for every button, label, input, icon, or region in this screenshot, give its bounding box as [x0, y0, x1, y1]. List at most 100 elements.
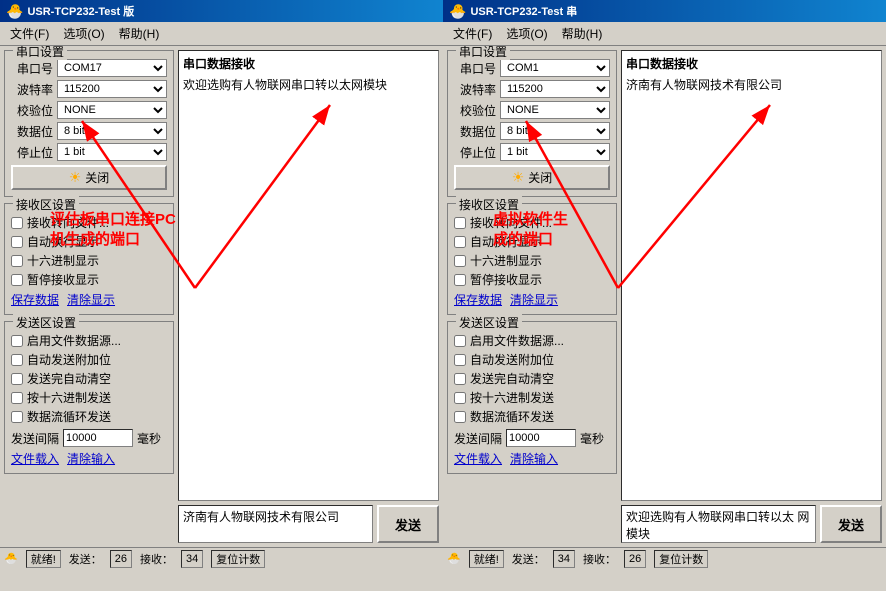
recv-checkbox-1[interactable]	[11, 236, 23, 248]
serial-select-0[interactable]: COM17COM1COM2COM3	[57, 59, 167, 77]
serial-field-row-4: 停止位1 bit2 bit	[454, 143, 610, 161]
serial-select-1[interactable]: 115200960038400	[57, 80, 167, 98]
window-1: 🐣 USR-TCP232-Test 版文件(F)选项(O)帮助(H) 串口设置串口…	[0, 0, 443, 569]
recv-checkbox-row-1: 自动换行显示	[454, 233, 610, 250]
recv-link-1[interactable]: 清除显示	[67, 291, 115, 308]
send-checkbox-3[interactable]	[11, 392, 23, 404]
send-checkbox-row-4: 数据流循环发送	[454, 408, 610, 425]
serial-field-row-1: 波特率115200960038400	[454, 80, 610, 98]
left-panel: 串口设置串口号COM17COM1COM2COM3波特率1152009600384…	[4, 50, 174, 543]
send-checkbox-1[interactable]	[11, 354, 23, 366]
close-button[interactable]: ☀ 关闭	[454, 165, 610, 190]
right-panel: 串口数据接收 济南有人物联网技术有限公司欢迎选购有人物联网串口转以太 网模块发送	[621, 50, 882, 543]
status-bar: 🐣 就绪! 发送： 26 接收： 34 复位计数	[0, 547, 443, 569]
recv-count-label: 接收：	[140, 551, 173, 567]
recv-settings-group: 接收区设置 接收转向文件... 自动换行显示 十六进制显示 暂停接收显示保存数据…	[447, 203, 617, 315]
serial-field-row-0: 串口号COM17COM1COM2COM3	[11, 59, 167, 77]
recv-checkbox-row-2: 十六进制显示	[454, 252, 610, 269]
send-checkbox-4[interactable]	[454, 411, 466, 423]
serial-field-row-3: 数据位8 bit7 bit	[454, 122, 610, 140]
send-checkbox-label-1: 自动发送附加位	[470, 351, 554, 368]
recv-link-0[interactable]: 保存数据	[454, 291, 502, 308]
reset-count-btn[interactable]: 复位计数	[211, 550, 265, 568]
bottom-panel: 欢迎选购有人物联网串口转以太 网模块发送	[621, 505, 882, 543]
status-icon: 🐣	[4, 552, 18, 565]
recv-checkbox-0[interactable]	[11, 217, 23, 229]
send-checkbox-row-2: 发送完自动清空	[11, 370, 167, 387]
receive-area: 串口数据接收 欢迎选购有人物联网串口转以太网模块	[178, 50, 439, 501]
send-checkbox-2[interactable]	[454, 373, 466, 385]
recv-checkbox-label-3: 暂停接收显示	[27, 271, 99, 288]
menu-item-帮助(H)[interactable]: 帮助(H)	[556, 24, 609, 43]
serial-field-row-1: 波特率115200960038400	[11, 80, 167, 98]
recv-checkbox-0[interactable]	[454, 217, 466, 229]
recv-checkbox-3[interactable]	[11, 274, 23, 286]
recv-checkbox-row-1: 自动换行显示	[11, 233, 167, 250]
recv-area-content: 济南有人物联网技术有限公司	[626, 76, 877, 93]
recv-group-label: 接收区设置	[13, 196, 79, 213]
send-interval-input[interactable]	[506, 429, 576, 447]
serial-settings-group: 串口设置串口号COM17COM1COM2COM3波特率1152009600384…	[4, 50, 174, 197]
send-checkbox-0[interactable]	[11, 335, 23, 347]
recv-link-1[interactable]: 清除显示	[510, 291, 558, 308]
recv-checkbox-2[interactable]	[454, 255, 466, 267]
send-interval-unit: 毫秒	[137, 430, 161, 447]
recv-count: 34	[181, 550, 203, 568]
recv-area-header: 串口数据接收	[183, 55, 434, 72]
status-text: 就绪!	[469, 550, 504, 568]
menu-item-选项(O)[interactable]: 选项(O)	[500, 24, 553, 43]
recv-count-label: 接收：	[583, 551, 616, 567]
send-button[interactable]: 发送	[377, 505, 439, 543]
send-checkbox-4[interactable]	[11, 411, 23, 423]
serial-field-row-4: 停止位1 bit2 bit	[11, 143, 167, 161]
recv-area-header: 串口数据接收	[626, 55, 877, 72]
title-bar: 🐣 USR-TCP232-Test 版	[0, 0, 443, 22]
serial-select-1[interactable]: 115200960038400	[500, 80, 610, 98]
menu-item-选项(O)[interactable]: 选项(O)	[57, 24, 110, 43]
serial-select-0[interactable]: COM1COM2COM17	[500, 59, 610, 77]
file-link-1[interactable]: 清除输入	[510, 450, 558, 467]
serial-select-3[interactable]: 8 bit7 bit	[500, 122, 610, 140]
title-bar: 🐣 USR-TCP232-Test 串	[443, 0, 886, 22]
serial-select-4[interactable]: 1 bit2 bit	[57, 143, 167, 161]
right-panel: 串口数据接收 欢迎选购有人物联网串口转以太网模块济南有人物联网技术有限公司发送	[178, 50, 439, 543]
close-button[interactable]: ☀ 关闭	[11, 165, 167, 190]
field-label-3: 数据位	[11, 123, 53, 140]
reset-count-btn[interactable]: 复位计数	[654, 550, 708, 568]
serial-select-3[interactable]: 8 bit7 bit	[57, 122, 167, 140]
send-checkbox-label-1: 自动发送附加位	[27, 351, 111, 368]
serial-field-row-0: 串口号COM1COM2COM17	[454, 59, 610, 77]
send-checkbox-0[interactable]	[454, 335, 466, 347]
send-checkbox-2[interactable]	[11, 373, 23, 385]
sun-icon: ☀	[69, 169, 82, 186]
send-checkbox-3[interactable]	[454, 392, 466, 404]
send-interval-input[interactable]	[63, 429, 133, 447]
main-content: 串口设置串口号COM17COM1COM2COM3波特率1152009600384…	[0, 46, 443, 547]
field-label-0: 串口号	[11, 60, 53, 77]
file-link-0[interactable]: 文件载入	[454, 450, 502, 467]
recv-checkbox-label-1: 自动换行显示	[27, 233, 99, 250]
serial-select-4[interactable]: 1 bit2 bit	[500, 143, 610, 161]
file-link-1[interactable]: 清除输入	[67, 450, 115, 467]
field-label-4: 停止位	[454, 144, 496, 161]
recv-checkbox-row-3: 暂停接收显示	[454, 271, 610, 288]
send-checkbox-1[interactable]	[454, 354, 466, 366]
menu-item-文件(F)[interactable]: 文件(F)	[4, 24, 55, 43]
recv-checkbox-row-0: 接收转向文件...	[454, 214, 610, 231]
status-bar: 🐣 就绪! 发送： 34 接收： 26 复位计数	[443, 547, 886, 569]
recv-link-0[interactable]: 保存数据	[11, 291, 59, 308]
send-interval-row: 发送间隔 毫秒	[11, 429, 167, 447]
send-button[interactable]: 发送	[820, 505, 882, 543]
recv-checkbox-1[interactable]	[454, 236, 466, 248]
menu-item-文件(F)[interactable]: 文件(F)	[447, 24, 498, 43]
menu-item-帮助(H)[interactable]: 帮助(H)	[113, 24, 166, 43]
serial-select-2[interactable]: NONEODDEVEN	[57, 101, 167, 119]
recv-checkbox-row-2: 十六进制显示	[11, 252, 167, 269]
file-link-0[interactable]: 文件载入	[11, 450, 59, 467]
serial-select-2[interactable]: NONEODDEVEN	[500, 101, 610, 119]
send-text-area[interactable]: 济南有人物联网技术有限公司	[178, 505, 373, 543]
send-group-label: 发送区设置	[13, 314, 79, 331]
recv-checkbox-2[interactable]	[11, 255, 23, 267]
recv-checkbox-3[interactable]	[454, 274, 466, 286]
send-text-area[interactable]: 欢迎选购有人物联网串口转以太 网模块	[621, 505, 816, 543]
